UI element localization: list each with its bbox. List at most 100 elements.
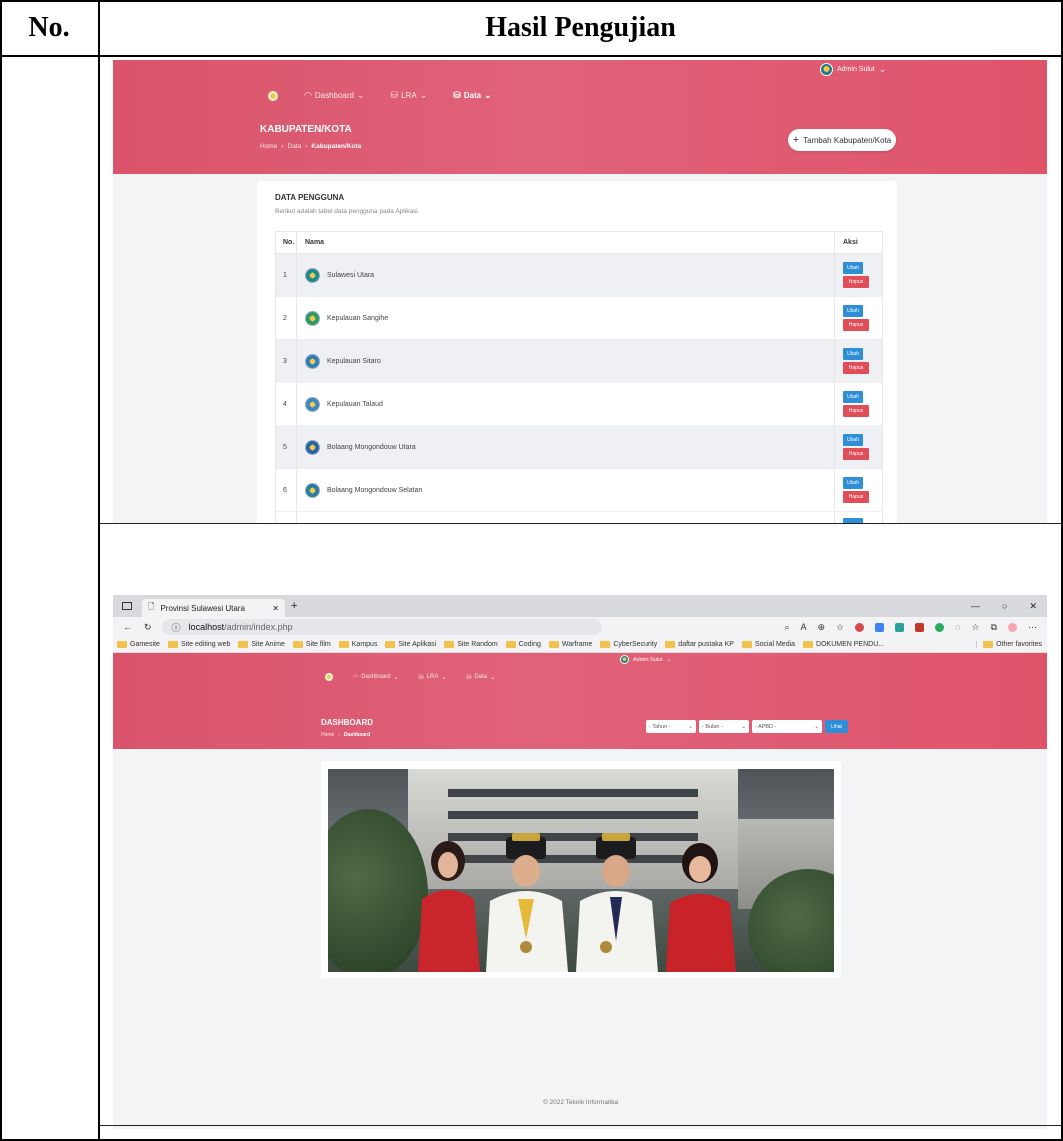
breadcrumb-home[interactable]: Home: [260, 143, 277, 150]
nav-data[interactable]: ⛁ Data ⌄: [453, 90, 491, 101]
delete-button[interactable]: Hapus: [843, 405, 869, 417]
browser-tab[interactable]: 🗋 Provinsi Sulawesi Utara ✕: [142, 599, 285, 617]
app-logo-icon[interactable]: [268, 90, 278, 101]
extension-icon[interactable]: [855, 622, 865, 632]
bookmark-folder[interactable]: Site Aplikasi: [385, 641, 436, 648]
extension-icon[interactable]: [875, 622, 885, 632]
bookmark-folder[interactable]: Kampus: [338, 641, 377, 648]
search-icon[interactable]: ⌕: [784, 622, 789, 633]
delete-button[interactable]: Hapus: [843, 276, 869, 288]
breadcrumb: Home › Data › Kabupaten/Kota: [260, 143, 361, 150]
edit-button[interactable]: Ubah: [843, 477, 863, 489]
other-favorites[interactable]: Other favorites: [976, 641, 1047, 648]
bookmark-label: Gamesite: [130, 641, 160, 648]
folder-icon: [117, 641, 127, 648]
extension-icon[interactable]: [895, 622, 905, 632]
edit-button[interactable]: Ubah: [843, 391, 863, 403]
app-logo-icon[interactable]: [325, 673, 333, 681]
delete-button[interactable]: Hapus: [843, 491, 869, 503]
breadcrumb-home[interactable]: Home: [321, 732, 334, 738]
row-actions: Ubah Hapus: [834, 383, 882, 425]
bookmark-folder[interactable]: DOKUMEN PENDU...: [803, 641, 884, 648]
bookmark-folder[interactable]: Coding: [505, 641, 541, 648]
row-name-wrap: Kepulauan Sangihe: [299, 310, 388, 326]
breadcrumb-data[interactable]: Data: [288, 143, 302, 150]
collections-icon[interactable]: ⧉: [991, 622, 997, 633]
bookmark-folder[interactable]: Site editing web: [167, 641, 231, 648]
edit-button[interactable]: Ubah: [843, 348, 863, 360]
tab-actions-icon[interactable]: [122, 602, 132, 610]
nav-dashboard[interactable]: ◠ Dashboard ⌄: [304, 90, 365, 101]
address-bar-row: ← ↻ ⓘ localhost/admin/index.php ⌕ A ⊕ ☆ …: [113, 617, 1047, 637]
month-select[interactable]: - Bulan - ⌄: [699, 720, 749, 733]
chevron-down-icon: ⌄: [357, 90, 365, 100]
region-logo-icon: [305, 310, 320, 326]
bookmark-folder[interactable]: daftar pustaka KP: [665, 641, 734, 648]
apbd-select[interactable]: - APBD - ⌄: [752, 720, 822, 733]
nav-buttons: ← ↻: [123, 622, 152, 633]
bookmark-folder[interactable]: Site film: [292, 641, 331, 648]
admin-menu[interactable]: Admin Sulut ⌄: [620, 655, 671, 664]
info-icon[interactable]: ⓘ: [172, 621, 181, 634]
read-aloud-icon[interactable]: A: [800, 622, 806, 632]
add-kabupaten-button[interactable]: + Tambah Kabupaten/Kota: [788, 129, 896, 151]
extension-icon[interactable]: [935, 622, 945, 632]
nav-lra[interactable]: ⛁ LRA ⌄: [391, 90, 428, 101]
screenshot-dashboard: 🗋 Provinsi Sulawesi Utara ✕ + — ○ ✕ ← ↻ …: [113, 595, 1047, 1129]
favorite-add-icon[interactable]: ☆: [836, 622, 844, 633]
bookmark-folder[interactable]: Warframe: [548, 641, 592, 648]
folder-icon: [167, 641, 178, 648]
hero-banner: [113, 653, 1047, 749]
minimize-icon[interactable]: —: [971, 601, 980, 612]
extension-icon[interactable]: ◌: [955, 622, 960, 632]
edit-button[interactable]: Ubah: [843, 305, 863, 317]
delete-button[interactable]: Hapus: [843, 448, 869, 460]
new-tab-icon[interactable]: +: [291, 600, 297, 612]
edit-button[interactable]: Ubah: [843, 262, 863, 274]
view-button[interactable]: Lihat: [825, 720, 848, 733]
year-select[interactable]: - Tahun - ⌄: [646, 720, 696, 733]
screenshot-kabupaten-kota: Admin Sulut ⌄ ◠ Dashboard ⌄ ⛁ LRA ⌄ ⛁ Da…: [113, 60, 1047, 523]
admin-menu[interactable]: Admin Sulut ⌄: [820, 63, 886, 76]
delete-button[interactable]: Hapus: [843, 362, 869, 374]
row-name-cell: Sulawesi Utara: [296, 254, 834, 296]
close-window-icon[interactable]: ✕: [1029, 601, 1037, 612]
favorites-icon[interactable]: ☆: [971, 622, 979, 633]
folder-icon: [444, 641, 455, 648]
folder-icon: [600, 641, 611, 648]
table-body: 1 Sulawesi Utara Ubah Hapus 2 Kepulauan Sangi…: [276, 254, 882, 512]
url-input[interactable]: ⓘ localhost/admin/index.php: [161, 619, 602, 635]
bookmark-folder[interactable]: Gamesite: [117, 641, 160, 648]
edit-button[interactable]: Ubah: [843, 434, 863, 446]
refresh-icon[interactable]: ↻: [144, 622, 152, 633]
action-stack: Ubah Hapus: [843, 262, 869, 288]
bookmark-label: Site editing web: [180, 641, 231, 648]
nav-data[interactable]: ⛁ Data ⌄: [466, 674, 495, 681]
table-row: 6 Bolaang Mongondouw Selatan Ubah Hapus: [276, 469, 882, 512]
data-table: No. Nama Aksi 1 Sulawesi Utara Ubah Hapus 2 K…: [275, 231, 883, 523]
close-icon[interactable]: ✕: [272, 604, 279, 613]
folder-icon: [548, 641, 559, 648]
restore-icon[interactable]: ○: [1002, 601, 1007, 612]
row-name: Bolaang Mongondouw Selatan: [327, 486, 423, 494]
bookmark-folder[interactable]: Site Random: [444, 641, 498, 648]
bookmark-folder[interactable]: Site Anime: [238, 641, 285, 648]
nav-dashboard-label: Dashboard: [361, 674, 391, 680]
nav-dashboard[interactable]: ◠ Dashboard ⌄: [353, 674, 399, 681]
other-favorites-label: Other favorites: [996, 641, 1042, 648]
row-name-wrap: Kepulauan Talaud: [299, 396, 383, 412]
page-title: KABUPATEN/KOTA: [260, 124, 352, 135]
back-icon[interactable]: ←: [123, 622, 132, 633]
profile-icon[interactable]: [1008, 622, 1017, 632]
bookmark-folder[interactable]: Social Media: [741, 641, 795, 648]
column-nama-label: Nama: [305, 239, 325, 246]
extension-icon[interactable]: [915, 622, 925, 632]
bookmark-folder[interactable]: CyberSecurity: [600, 641, 657, 648]
screenshot-divider: [100, 523, 1061, 524]
zoom-icon[interactable]: ⊕: [818, 622, 826, 633]
chevron-down-icon: ⌄: [688, 723, 693, 730]
delete-button[interactable]: Hapus: [843, 319, 869, 331]
region-logo-icon: [305, 267, 320, 283]
more-icon[interactable]: ⋯: [1028, 622, 1037, 633]
nav-lra[interactable]: ⛁ LRA ⌄: [419, 674, 447, 681]
